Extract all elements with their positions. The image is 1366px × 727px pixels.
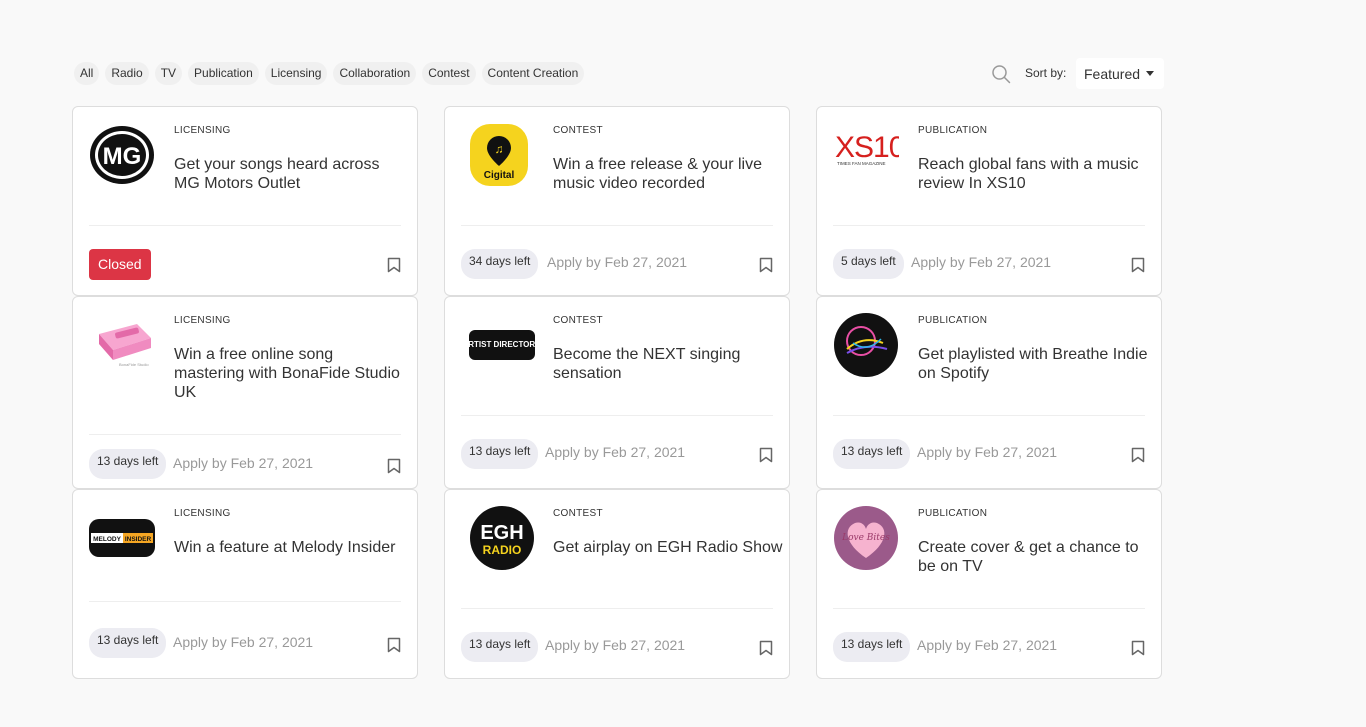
card-title[interactable]: Win a free release & your live music vid…: [553, 155, 785, 193]
opportunity-card[interactable]: ARTIST DIRECTORY. CONTEST Become the NEX…: [444, 296, 790, 489]
card-title[interactable]: Win a free online song mastering with Bo…: [174, 345, 406, 402]
bookmark-icon[interactable]: [1131, 447, 1145, 463]
card-category: CONTEST: [553, 508, 603, 519]
divider: [461, 608, 773, 609]
opportunity-card[interactable]: MELODY INSIDER LICENSING Win a feature a…: [72, 489, 418, 679]
svg-text:BonaFide Studio: BonaFide Studio: [119, 362, 149, 367]
divider: [461, 225, 773, 226]
melody-insider-logo: MELODY INSIDER: [89, 506, 155, 570]
egh-radio-logo: EGH RADIO: [469, 506, 535, 570]
status-badge: Closed: [89, 249, 151, 280]
card-title[interactable]: Win a feature at Melody Insider: [174, 538, 406, 557]
filter-chip-radio[interactable]: Radio: [105, 62, 149, 85]
svg-text:ARTIST DIRECTORY.: ARTIST DIRECTORY.: [469, 340, 535, 349]
days-left-badge: 13 days left: [89, 449, 167, 479]
opportunity-card[interactable]: BonaFide Studio LICENSING Win a free onl…: [72, 296, 418, 489]
days-left-badge: 13 days left: [461, 439, 539, 469]
bookmark-icon[interactable]: [1131, 257, 1145, 273]
bookmark-icon[interactable]: [387, 637, 401, 653]
card-title[interactable]: Create cover & get a chance to be on TV: [918, 538, 1150, 576]
search-icon[interactable]: [991, 64, 1011, 84]
apply-by-date: Apply by Feb 27, 2021: [911, 254, 1052, 270]
card-category: LICENSING: [174, 125, 231, 136]
breathe-indie-logo: [833, 313, 899, 377]
svg-text:XS10: XS10: [835, 131, 899, 164]
card-title[interactable]: Reach global fans with a music review In…: [918, 155, 1150, 193]
days-left-badge: 34 days left: [461, 249, 539, 279]
divider: [833, 225, 1145, 226]
apply-by-date: Apply by Feb 27, 2021: [547, 254, 688, 270]
filter-chip-tv[interactable]: TV: [154, 62, 183, 85]
card-category: LICENSING: [174, 315, 231, 326]
love-bites-logo: Love Bites: [833, 506, 899, 570]
apply-by-date: Apply by Feb 27, 2021: [545, 444, 686, 460]
days-left-badge: 13 days left: [833, 632, 911, 662]
divider: [89, 225, 401, 226]
sort-value: Featured: [1084, 65, 1141, 82]
card-category: PUBLICATION: [918, 508, 988, 519]
turntable-logo: BonaFide Studio: [89, 313, 155, 377]
svg-text:MG: MG: [103, 143, 142, 170]
svg-text:Love Bites: Love Bites: [841, 533, 890, 543]
card-category: CONTEST: [553, 125, 603, 136]
cigital-logo: ♫ Cigital: [469, 123, 529, 187]
bookmark-icon[interactable]: [387, 257, 401, 273]
days-left-badge: 13 days left: [89, 628, 167, 658]
opportunity-card[interactable]: Love Bites PUBLICATION Create cover & ge…: [816, 489, 1162, 679]
opportunity-card[interactable]: EGH RADIO CONTEST Get airplay on EGH Rad…: [444, 489, 790, 679]
bookmark-icon[interactable]: [759, 447, 773, 463]
svg-text:EGH: EGH: [480, 522, 523, 544]
filter-chip-publication[interactable]: Publication: [188, 62, 259, 85]
svg-text:MELODY: MELODY: [93, 536, 121, 543]
card-title[interactable]: Get your songs heard across MG Motors Ou…: [174, 155, 406, 193]
divider: [833, 608, 1145, 609]
chevron-down-icon: [1146, 71, 1155, 76]
divider: [89, 434, 401, 435]
filter-chip-contest[interactable]: Contest: [422, 62, 476, 85]
xs10-logo: XS10 TIMES FAN MAGAZINE: [833, 123, 899, 187]
card-title[interactable]: Get airplay on EGH Radio Show: [553, 538, 785, 557]
opportunity-card[interactable]: MG LICENSING Get your songs heard across…: [72, 106, 418, 296]
divider: [89, 601, 401, 602]
apply-by-date: Apply by Feb 27, 2021: [173, 634, 314, 650]
card-category: PUBLICATION: [918, 315, 988, 326]
sort-label: Sort by:: [1025, 66, 1067, 80]
days-left-badge: 13 days left: [833, 439, 911, 469]
card-category: LICENSING: [174, 508, 231, 519]
filter-chip-all[interactable]: All: [74, 62, 100, 85]
card-category: PUBLICATION: [918, 125, 988, 136]
apply-by-date: Apply by Feb 27, 2021: [917, 444, 1058, 460]
card-category: CONTEST: [553, 315, 603, 326]
opportunity-card[interactable]: ♫ Cigital CONTEST Win a free release & y…: [444, 106, 790, 296]
opportunity-card[interactable]: PUBLICATION Get playlisted with Breathe …: [816, 296, 1162, 489]
artist-directory-logo: ARTIST DIRECTORY.: [469, 313, 535, 377]
svg-text:♫: ♫: [495, 142, 504, 156]
svg-text:INSIDER: INSIDER: [125, 536, 152, 543]
days-left-badge: 13 days left: [461, 632, 539, 662]
sort-dropdown[interactable]: Featured: [1076, 58, 1164, 89]
days-left-badge: 5 days left: [833, 249, 904, 279]
bookmark-icon[interactable]: [759, 257, 773, 273]
mg-logo: MG: [89, 123, 155, 187]
filter-chip-collaboration[interactable]: Collaboration: [333, 62, 417, 85]
svg-text:RADIO: RADIO: [483, 543, 522, 557]
divider: [833, 415, 1145, 416]
card-title[interactable]: Get playlisted with Breathe Indie on Spo…: [918, 345, 1150, 383]
apply-by-date: Apply by Feb 27, 2021: [545, 637, 686, 653]
svg-text:TIMES FAN MAGAZINE: TIMES FAN MAGAZINE: [837, 161, 886, 166]
filter-chip-licensing[interactable]: Licensing: [264, 62, 328, 85]
bookmark-icon[interactable]: [759, 640, 773, 656]
apply-by-date: Apply by Feb 27, 2021: [173, 455, 314, 471]
divider: [461, 415, 773, 416]
apply-by-date: Apply by Feb 27, 2021: [917, 637, 1058, 653]
filter-chip-content-creation[interactable]: Content Creation: [481, 62, 585, 85]
card-title[interactable]: Become the NEXT singing sensation: [553, 345, 785, 383]
opportunity-card[interactable]: XS10 TIMES FAN MAGAZINE PUBLICATION Reac…: [816, 106, 1162, 296]
bookmark-icon[interactable]: [1131, 640, 1145, 656]
svg-text:Cigital: Cigital: [484, 170, 515, 181]
bookmark-icon[interactable]: [387, 458, 401, 474]
filter-bar: All Radio TV Publication Licensing Colla…: [74, 62, 585, 85]
